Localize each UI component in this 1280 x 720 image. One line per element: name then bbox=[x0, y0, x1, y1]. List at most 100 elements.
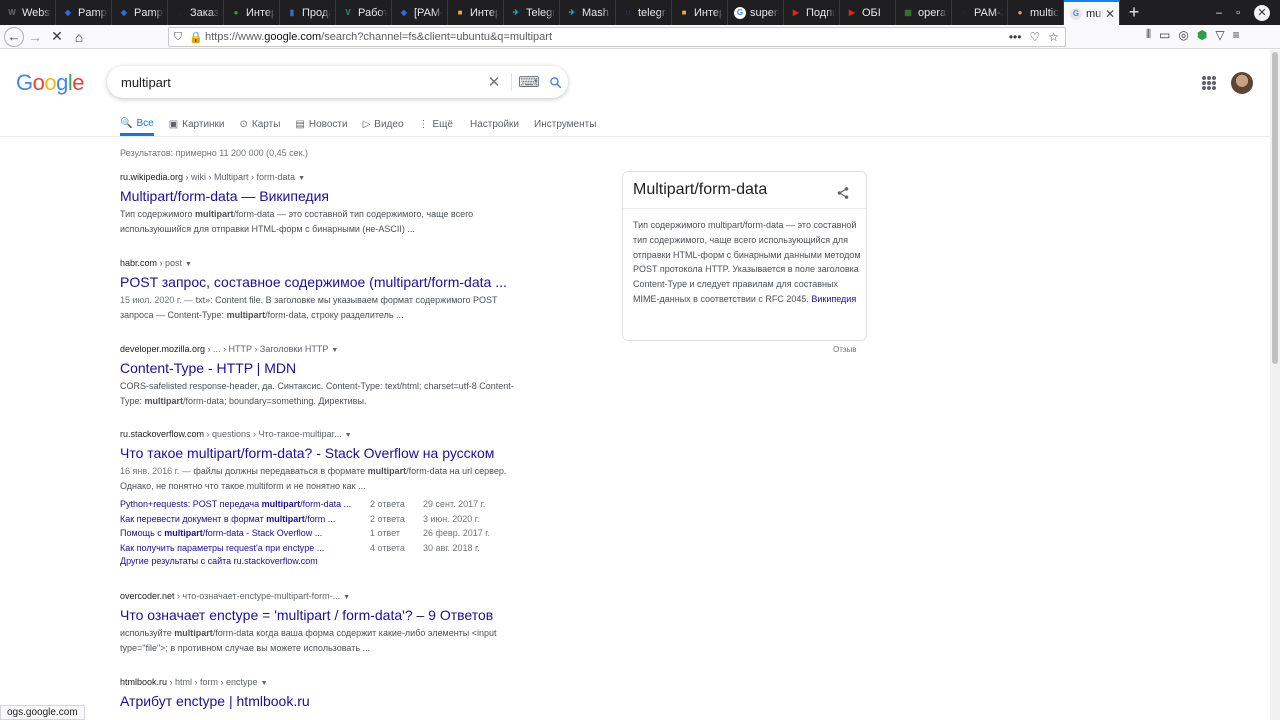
browser-tab[interactable]: ◆ Pampi bbox=[112, 0, 168, 25]
keyboard-icon[interactable]: ⌨ bbox=[516, 73, 542, 91]
browser-tab[interactable]: ● Интер bbox=[224, 0, 280, 25]
chevron-down-icon[interactable]: ▼ bbox=[343, 594, 350, 601]
browser-tab[interactable]: ■ Интер bbox=[448, 0, 504, 25]
tab-5[interactable]: ▷ Видео bbox=[363, 114, 404, 134]
tab-favicon-icon: ■ bbox=[457, 8, 463, 17]
sub-result-link[interactable]: Python+requests: POST передача multipart… bbox=[120, 499, 370, 509]
sub-result-link[interactable]: Как перевести документ в формат multipar… bbox=[120, 514, 370, 524]
search-result: ru.stackoverflow.com › questions › Что-т… bbox=[120, 429, 550, 566]
scrollbar[interactable] bbox=[1270, 50, 1280, 720]
search-result: overcoder.net › что-означает-enctype-mul… bbox=[120, 591, 550, 655]
more-results-link[interactable]: Другие результаты с сайта ru.stackoverfl… bbox=[120, 556, 550, 566]
library-icon[interactable]: ⫴ bbox=[1146, 27, 1151, 42]
tab-3[interactable]: ⊙ Карты bbox=[240, 114, 281, 134]
browser-tab[interactable]: ◆ Pampi bbox=[56, 0, 112, 25]
result-title-link[interactable]: Что означает enctype = 'multipart / form… bbox=[120, 607, 550, 623]
scrollbar-thumb[interactable] bbox=[1272, 52, 1278, 364]
extension-icon[interactable]: ⬢ bbox=[1197, 28, 1207, 42]
wikipedia-link[interactable]: Википедия bbox=[811, 294, 856, 304]
sub-result-date: 26 февр. 2017 г. bbox=[423, 528, 490, 539]
chevron-down-icon[interactable]: ▼ bbox=[298, 175, 305, 182]
browser-tab[interactable]: ○ PAM-3 bbox=[952, 0, 1008, 25]
tab-4[interactable]: ▤ Новости bbox=[295, 114, 347, 134]
sub-result-answers: 4 ответа bbox=[370, 542, 405, 553]
result-domain: overcoder.net bbox=[120, 591, 175, 601]
lock-icon[interactable]: 🔒 bbox=[187, 31, 205, 44]
result-breadcrumb[interactable]: habr.com › post ▼ bbox=[120, 258, 550, 268]
chevron-down-icon[interactable]: ▼ bbox=[261, 680, 268, 687]
browser-tab[interactable]: W Websi bbox=[0, 0, 56, 25]
search-icon[interactable] bbox=[542, 76, 568, 89]
bookmark-star-icon[interactable]: ☆ bbox=[1048, 30, 1059, 44]
home-button[interactable]: ⌂ bbox=[68, 26, 90, 48]
search-input[interactable]: multipart bbox=[121, 75, 481, 90]
tab-close-icon[interactable]: ✕ bbox=[1105, 7, 1115, 21]
browser-tab[interactable]: ▮ Прода bbox=[280, 0, 336, 25]
feedback-link[interactable]: Отзыв bbox=[833, 345, 857, 354]
browser-tab[interactable]: ▶ Подпи bbox=[784, 0, 840, 25]
result-breadcrumb[interactable]: htmlbook.ru › html › form › enctype ▼ bbox=[120, 677, 550, 687]
stop-button[interactable]: ✕ bbox=[46, 26, 68, 48]
browser-tab[interactable]: ▲ Заказ bbox=[168, 0, 224, 25]
browser-tab[interactable]: ■ Интер bbox=[672, 0, 728, 25]
google-apps-icon[interactable] bbox=[1202, 76, 1216, 90]
chevron-down-icon[interactable]: ▼ bbox=[331, 347, 338, 354]
minimize-icon[interactable]: – bbox=[1216, 7, 1222, 19]
pocket-icon[interactable]: ♡ bbox=[1029, 30, 1040, 44]
browser-tab[interactable]: ◌ telegr bbox=[616, 0, 672, 25]
result-breadcrumb[interactable]: ru.stackoverflow.com › questions › Что-т… bbox=[120, 429, 550, 439]
share-icon[interactable] bbox=[836, 186, 850, 200]
tab-8[interactable]: Инструменты bbox=[534, 114, 596, 134]
tab-1[interactable]: 🔍 Все bbox=[120, 114, 154, 136]
clear-icon[interactable]: ✕ bbox=[481, 73, 507, 91]
result-title-link[interactable]: Multipart/form-data — Википедия bbox=[120, 188, 550, 204]
tab-7[interactable]: Настройки bbox=[470, 114, 519, 134]
extension-arrow-icon[interactable]: ▽ bbox=[1215, 28, 1224, 42]
browser-tab[interactable]: ▦ operat bbox=[896, 0, 952, 25]
back-button[interactable]: ← bbox=[4, 26, 24, 47]
sub-result-link[interactable]: Помощь с multipart/form-data - Stack Ove… bbox=[120, 528, 370, 538]
chevron-down-icon[interactable]: ▼ bbox=[345, 432, 352, 439]
sidebar-icon[interactable]: ▭ bbox=[1159, 28, 1170, 42]
browser-tab[interactable]: ✈ Telegr bbox=[504, 0, 560, 25]
avatar[interactable] bbox=[1231, 72, 1253, 94]
search-result: developer.mozilla.org › ... › HTTP › Заг… bbox=[120, 344, 550, 408]
new-tab-button[interactable]: + bbox=[1120, 0, 1148, 25]
result-breadcrumb[interactable]: ru.wikipedia.org › wiki › Multipart › fo… bbox=[120, 172, 550, 182]
browser-tab[interactable]: V Работ bbox=[336, 0, 392, 25]
forward-button[interactable]: → bbox=[24, 26, 46, 48]
window-close-icon[interactable]: ✕ bbox=[1254, 4, 1270, 21]
page-actions-icon[interactable]: ••• bbox=[1009, 30, 1022, 44]
result-title-link[interactable]: POST запрос, составное содержимое (multi… bbox=[120, 274, 550, 290]
browser-tab[interactable]: ◆ [PAM- bbox=[392, 0, 448, 25]
tab-favicon-icon: ▶ bbox=[848, 8, 856, 17]
address-bar[interactable]: ⛉ 🔒 https://www.google.com/search?channe… bbox=[168, 27, 1066, 47]
tab-favicon-icon: ▶ bbox=[792, 8, 800, 17]
result-title-link[interactable]: Что такое multipart/form-data? - Stack O… bbox=[120, 445, 550, 461]
menu-item-icon: ▣ bbox=[168, 118, 179, 130]
tab-favicon-icon: G bbox=[1070, 7, 1082, 20]
browser-tab[interactable]: Gmul ✕ bbox=[1064, 0, 1120, 25]
snippet-text: файлы должны передаваться в формате bbox=[193, 466, 368, 476]
google-logo[interactable]: Google bbox=[16, 70, 85, 96]
tab-favicon-icon: ■ bbox=[681, 8, 687, 17]
shield-icon[interactable]: ⛉ bbox=[169, 31, 187, 44]
result-breadcrumb[interactable]: overcoder.net › что-означает-enctype-mul… bbox=[120, 591, 550, 601]
url-text[interactable]: https://www.google.com/search?channel=fs… bbox=[205, 31, 1009, 43]
tab-6[interactable]: ⋮ Ещё bbox=[419, 114, 453, 134]
tab-2[interactable]: ▣ Картинки bbox=[169, 114, 225, 134]
browser-tab[interactable]: Gsuperv bbox=[728, 0, 784, 25]
result-title-link[interactable]: Content-Type - HTTP | MDN bbox=[120, 360, 550, 376]
maximize-icon[interactable]: ▫ bbox=[1236, 7, 1240, 19]
browser-tab[interactable]: ▶ ОБІ bbox=[840, 0, 896, 25]
search-box[interactable]: multipart ✕ ⌨ bbox=[107, 66, 568, 98]
result-breadcrumb[interactable]: developer.mozilla.org › ... › HTTP › Заг… bbox=[120, 344, 550, 354]
sync-icon[interactable]: ◎ bbox=[1178, 28, 1188, 42]
sub-result-link[interactable]: Как получить параметры request'a при enc… bbox=[120, 543, 370, 553]
browser-tab[interactable]: ● multic bbox=[1008, 0, 1064, 25]
menu-icon[interactable]: ≡ bbox=[1233, 28, 1240, 42]
result-path: › post bbox=[157, 258, 183, 268]
result-title-link[interactable]: Атрибут enctype | htmlbook.ru bbox=[120, 693, 550, 709]
chevron-down-icon[interactable]: ▼ bbox=[185, 261, 192, 268]
browser-tab[interactable]: ✈ Mash bbox=[560, 0, 616, 25]
